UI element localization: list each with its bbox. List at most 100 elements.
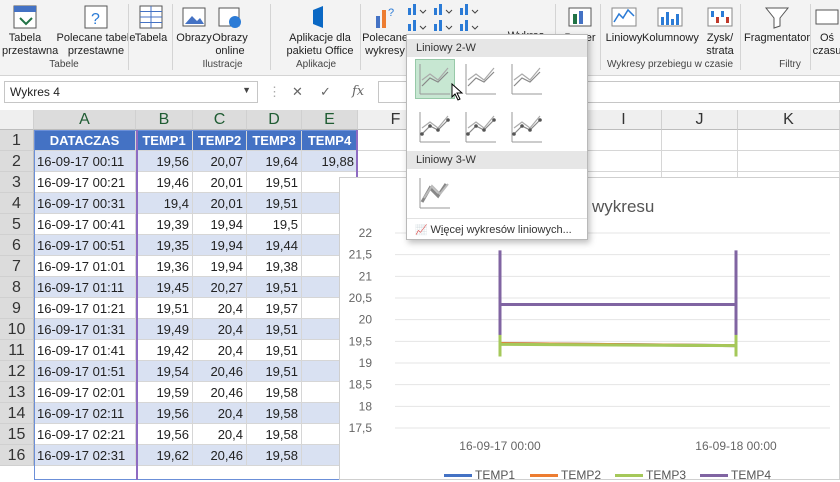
table-cell[interactable]: 20,4	[193, 298, 247, 319]
cancel-icon[interactable]: ✕	[292, 84, 303, 100]
addins-button[interactable]: Aplikacje dla pakietu Office	[280, 4, 360, 58]
table-cell[interactable]: 20,4	[193, 340, 247, 361]
row-header-2[interactable]: 2	[0, 151, 34, 172]
row-header-5[interactable]: 5	[0, 214, 34, 235]
column-header-j[interactable]: J	[662, 110, 738, 130]
table-cell[interactable]: 19,64	[247, 151, 302, 172]
row-header-12[interactable]: 12	[0, 361, 34, 382]
stacked-line-100-option[interactable]	[507, 59, 547, 99]
table-cell[interactable]: 20,01	[193, 193, 247, 214]
row-header-13[interactable]: 13	[0, 382, 34, 403]
line-option[interactable]	[415, 59, 455, 99]
sparkline-column-button[interactable]: Kolumnowy	[642, 4, 699, 45]
table-header-cell[interactable]: TEMP1	[136, 130, 193, 151]
line-chart-icon[interactable]	[406, 18, 428, 32]
table-cell[interactable]: 16-09-17 00:21	[34, 172, 136, 193]
table-cell[interactable]: 19,51	[247, 277, 302, 298]
table-cell[interactable]: 16-09-17 02:01	[34, 382, 136, 403]
table-cell[interactable]: 19,94	[193, 214, 247, 235]
table-cell[interactable]: 19,4	[136, 193, 193, 214]
sparkline-winloss-button[interactable]: Zysk/ strata	[700, 4, 740, 58]
table-cell[interactable]: 16-09-17 00:51	[34, 235, 136, 256]
name-box[interactable]: Wykres 4 ▼	[4, 81, 258, 103]
table-cell[interactable]: 16-09-17 01:01	[34, 256, 136, 277]
table-cell[interactable]: 19,54	[136, 361, 193, 382]
table-cell[interactable]: 19,94	[193, 235, 247, 256]
empty-cell[interactable]	[738, 151, 840, 172]
row-header-11[interactable]: 11	[0, 340, 34, 361]
table-cell[interactable]: 19,38	[247, 256, 302, 277]
table-cell[interactable]: 19,56	[136, 403, 193, 424]
recommended-charts-button[interactable]: ? Polecane wykresy	[362, 4, 408, 58]
table-cell[interactable]: 19,51	[247, 361, 302, 382]
online-pictures-button[interactable]: Obrazy online	[210, 4, 250, 58]
table-cell[interactable]: 16-09-17 02:11	[34, 403, 136, 424]
table-cell[interactable]: 19,5	[247, 214, 302, 235]
table-cell[interactable]: 16-09-17 00:31	[34, 193, 136, 214]
row-header-15[interactable]: 15	[0, 424, 34, 445]
scatter-chart-icon[interactable]	[458, 18, 480, 32]
timeline-button[interactable]: Oś czasu	[812, 4, 840, 58]
waterfall-chart-icon[interactable]	[458, 2, 480, 16]
table-cell[interactable]: 19,45	[136, 277, 193, 298]
table-cell[interactable]: 19,44	[247, 235, 302, 256]
table-cell[interactable]: 19,58	[247, 403, 302, 424]
table-cell[interactable]: 19,58	[247, 382, 302, 403]
table-button[interactable]: Tabela	[133, 4, 169, 45]
row-header-10[interactable]: 10	[0, 319, 34, 340]
table-header-cell[interactable]: DATACZAS	[34, 130, 136, 151]
table-header-cell[interactable]: TEMP4	[302, 130, 358, 151]
table-cell[interactable]: 19,56	[136, 424, 193, 445]
table-cell[interactable]: 19,88	[302, 151, 358, 172]
table-cell[interactable]: 16-09-17 00:41	[34, 214, 136, 235]
series-temp4[interactable]	[498, 250, 738, 335]
empty-cell[interactable]	[662, 151, 738, 172]
confirm-icon[interactable]: ✓	[320, 84, 331, 100]
column-header-c[interactable]: C	[193, 110, 247, 130]
row-header-8[interactable]: 8	[0, 277, 34, 298]
table-cell[interactable]: 16-09-17 01:21	[34, 298, 136, 319]
table-cell[interactable]: 19,51	[247, 193, 302, 214]
column-header-b[interactable]: B	[136, 110, 193, 130]
stacked-line-markers-option[interactable]	[461, 107, 501, 147]
table-cell[interactable]: 19,49	[136, 319, 193, 340]
stacked-line-100-markers-option[interactable]	[507, 107, 547, 147]
table-cell[interactable]: 20,46	[193, 361, 247, 382]
column-header-a[interactable]: A	[34, 110, 136, 130]
table-cell[interactable]: 19,51	[247, 172, 302, 193]
row-header-7[interactable]: 7	[0, 256, 34, 277]
more-line-charts-link[interactable]: 📈 Więcej wykresów liniowych...	[407, 218, 587, 240]
table-cell[interactable]: 16-09-17 00:11	[34, 151, 136, 172]
insert-function-icon[interactable]: fx	[352, 84, 364, 99]
line-markers-option[interactable]	[415, 107, 455, 147]
table-cell[interactable]: 19,51	[247, 319, 302, 340]
column-header-k[interactable]: K	[738, 110, 840, 130]
stacked-line-option[interactable]	[461, 59, 501, 99]
empty-cell[interactable]	[662, 130, 738, 151]
column-chart-icon[interactable]	[406, 2, 428, 16]
empty-cell[interactable]	[586, 151, 662, 172]
pictures-button[interactable]: Obrazy	[176, 4, 212, 45]
table-cell[interactable]: 20,07	[193, 151, 247, 172]
pivot-table-button[interactable]: Tabela przestawna	[2, 4, 58, 58]
table-cell[interactable]: 19,42	[136, 340, 193, 361]
pie-chart-icon[interactable]	[432, 18, 454, 32]
chevron-down-icon[interactable]: ▼	[242, 85, 251, 95]
line-3d-option[interactable]	[415, 173, 455, 213]
row-header-14[interactable]: 14	[0, 403, 34, 424]
row-header-9[interactable]: 9	[0, 298, 34, 319]
table-cell[interactable]: 19,58	[247, 445, 302, 466]
table-header-cell[interactable]: TEMP2	[193, 130, 247, 151]
table-cell[interactable]: 16-09-17 02:31	[34, 445, 136, 466]
table-cell[interactable]: 19,36	[136, 256, 193, 277]
table-cell[interactable]: 16-09-17 01:11	[34, 277, 136, 298]
slicer-button[interactable]: Fragmentator	[742, 4, 812, 45]
table-cell[interactable]: 16-09-17 02:21	[34, 424, 136, 445]
series-temp3[interactable]	[498, 320, 738, 357]
table-cell[interactable]: 19,58	[247, 424, 302, 445]
row-header-3[interactable]: 3	[0, 172, 34, 193]
table-cell[interactable]: 19,94	[193, 256, 247, 277]
table-cell[interactable]: 20,4	[193, 319, 247, 340]
recommended-pivot-button[interactable]: ? Polecane tabele przestawne	[56, 4, 136, 58]
table-cell[interactable]: 16-09-17 01:31	[34, 319, 136, 340]
